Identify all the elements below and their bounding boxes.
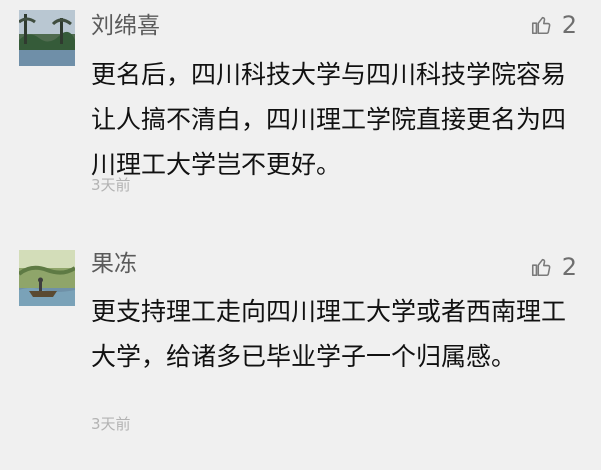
like-button[interactable]: 2 [530,9,577,41]
thumbs-up-icon [530,256,552,278]
comment-time: 3天前 [91,415,131,433]
comment-author[interactable]: 果冻 [91,248,137,280]
like-count: 2 [561,11,577,39]
comment-time: 3天前 [91,176,131,194]
thumbs-up-icon [530,14,552,36]
like-button[interactable]: 2 [530,251,577,283]
avatar[interactable] [19,10,75,66]
like-count: 2 [561,253,577,281]
comment-item: 果冻 2 更支持理工走向四川理工大学或者西南理工大学，给诸多已毕业学子一个归属感… [0,238,601,470]
comment-text: 更支持理工走向四川理工大学或者西南理工大学，给诸多已毕业学子一个归属感。 [91,297,567,371]
avatar[interactable] [19,250,75,306]
comment-text: 更名后，四川科技大学与四川科技学院容易让人搞不清白，四川理工学院直接更名为四川理… [91,60,567,179]
comment-item: 刘绵喜 2 更名后，四川科技大学与四川科技学院容易让人搞不清白，四川理工学院直接… [0,0,601,230]
comment-author[interactable]: 刘绵喜 [91,10,160,42]
